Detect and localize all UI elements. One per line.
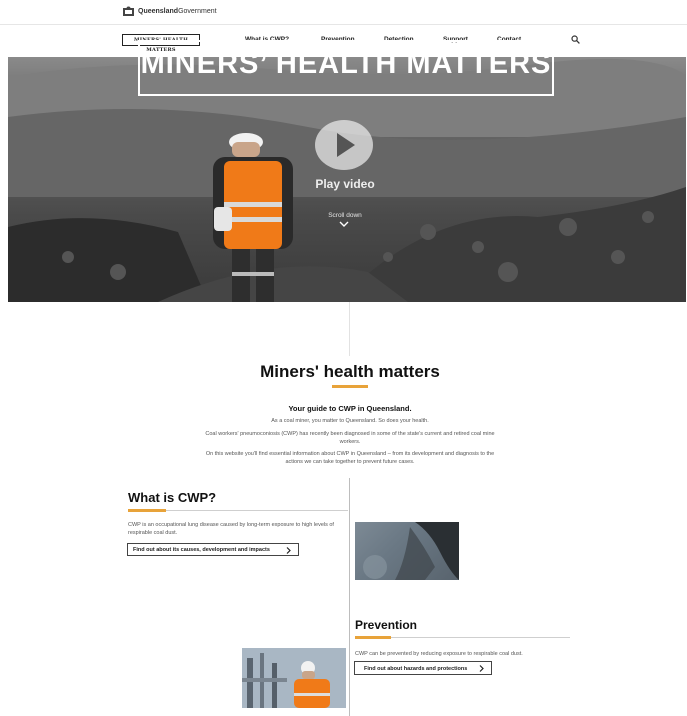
intro-heading: Miners' health matters	[260, 362, 440, 381]
play-icon	[337, 133, 355, 157]
play-video-button[interactable]	[315, 120, 373, 170]
scroll-down-label[interactable]: Scroll down	[300, 212, 390, 219]
chevron-right-icon	[286, 547, 291, 554]
intro-subheading: Your guide to CWP in Queensland.	[288, 404, 412, 413]
prevention-heading: Prevention	[355, 618, 418, 632]
divider-line	[349, 302, 350, 356]
chevron-down-icon[interactable]	[339, 221, 349, 228]
prevention-description: CWP can be prevented by reducing exposur…	[355, 651, 523, 657]
heading-accent-bar	[128, 509, 166, 512]
crest-icon	[123, 6, 134, 16]
coal-dust-image	[355, 522, 459, 580]
what-is-cwp-description: CWP is an occupational lung disease caus…	[128, 522, 334, 536]
chevron-right-icon	[479, 665, 484, 672]
hazards-protections-button-label: Find out about hazards and protections	[364, 666, 468, 672]
heading-accent-bar	[355, 636, 391, 639]
heading-accent-bar	[332, 385, 368, 388]
play-video-label[interactable]: Play video	[305, 177, 385, 191]
timeline-divider	[349, 478, 350, 716]
search-icon[interactable]	[571, 35, 580, 44]
cwp-causes-button[interactable]: Find out about its causes, development a…	[127, 543, 299, 556]
cwp-causes-button-label: Find out about its causes, development a…	[133, 547, 270, 553]
government-logo[interactable]: QueenslandGovernment	[122, 6, 217, 17]
intro-paragraph: Coal workers' pneumoconiosis (CWP) has r…	[205, 431, 495, 445]
government-bar	[0, 0, 687, 25]
intro-paragraph: On this website you'll find essential in…	[205, 451, 495, 465]
government-name: QueenslandGovernment	[138, 8, 217, 15]
what-is-cwp-heading: What is CWP?	[128, 490, 217, 505]
miner-at-plant-image	[242, 648, 346, 708]
hero-title: MINERS’ HEALTH MATTERS	[140, 48, 552, 80]
intro-paragraph: As a coal miner, you matter to Queenslan…	[271, 418, 429, 424]
hazards-protections-button[interactable]: Find out about hazards and protections	[354, 661, 492, 675]
